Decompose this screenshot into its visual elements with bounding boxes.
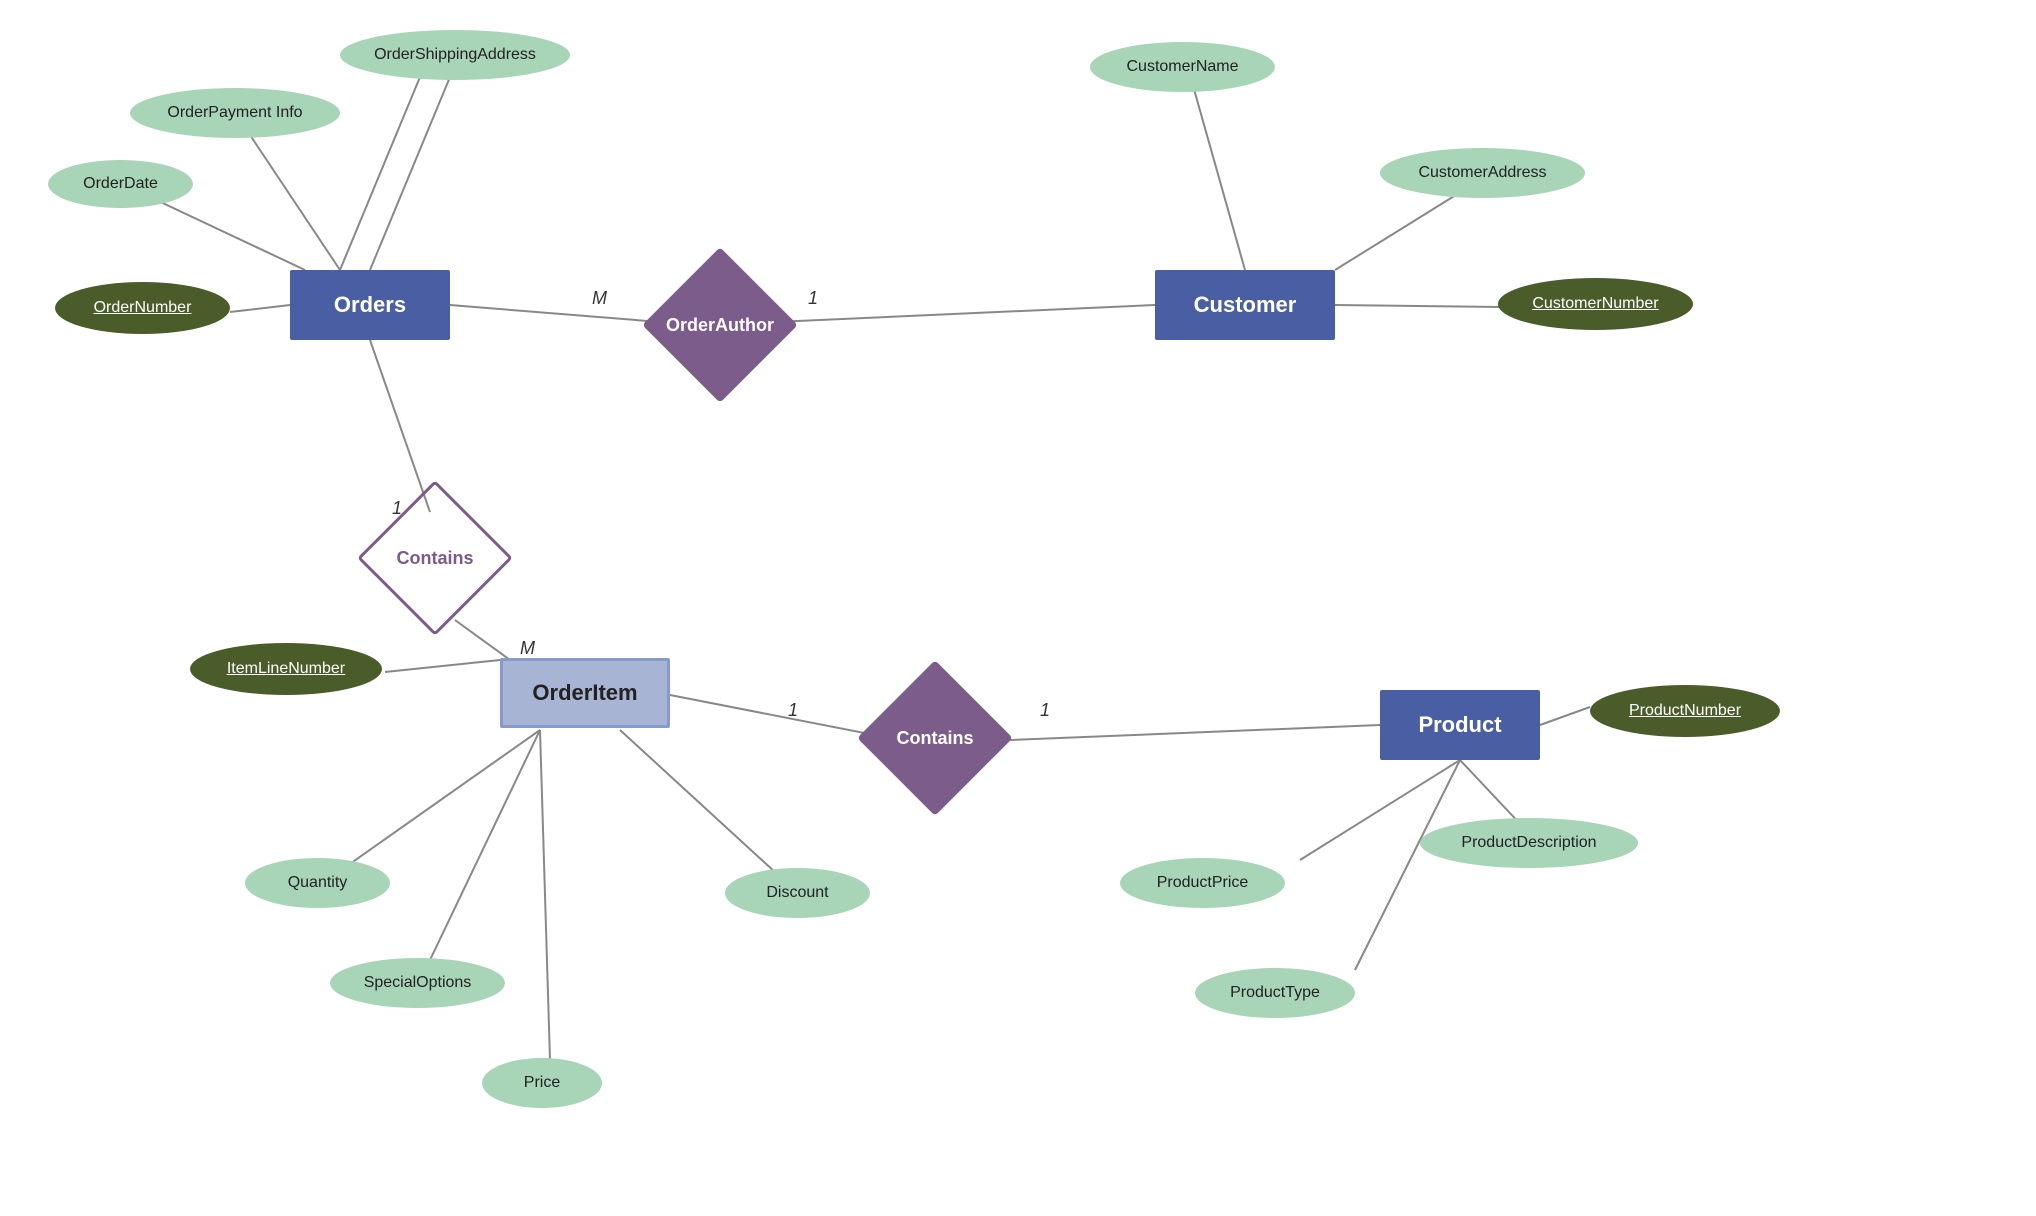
- entity-customer: Customer: [1155, 270, 1335, 340]
- ellipse-orderdate: OrderDate: [48, 160, 193, 208]
- ellipse-discount: Discount: [725, 868, 870, 918]
- diamond-orderauthor: OrderAuthor: [655, 260, 785, 390]
- ellipse-specialoptions: SpecialOptions: [330, 958, 505, 1008]
- diamond-contains2: Contains: [875, 678, 995, 798]
- entity-orderitem: OrderItem: [500, 658, 670, 728]
- ellipse-ordernumber: OrderNumber: [55, 282, 230, 334]
- cardinality-m2: M: [520, 638, 535, 659]
- ellipse-customernumber: CustomerNumber: [1498, 278, 1693, 330]
- ellipse-itemlinenumber: ItemLineNumber: [190, 643, 382, 695]
- ellipse-customername: CustomerName: [1090, 42, 1275, 92]
- ellipse-price: Price: [482, 1058, 602, 1108]
- cardinality-1d: 1: [1040, 700, 1050, 721]
- ellipse-productnumber: ProductNumber: [1590, 685, 1780, 737]
- cardinality-m1: M: [592, 288, 607, 309]
- entity-product: Product: [1380, 690, 1540, 760]
- ellipse-productprice: ProductPrice: [1120, 858, 1285, 908]
- ellipse-ordershippingaddress: OrderShippingAddress: [340, 30, 570, 80]
- ellipse-producttype: ProductType: [1195, 968, 1355, 1018]
- ellipse-productdescription: ProductDescription: [1420, 818, 1638, 868]
- cardinality-1b: 1: [392, 498, 402, 519]
- cardinality-1c: 1: [788, 700, 798, 721]
- entity-orders: Orders: [290, 270, 450, 340]
- connection-lines: [0, 0, 2036, 1216]
- ellipse-orderpaymentinfo: OrderPayment Info: [130, 88, 340, 138]
- ellipse-quantity: Quantity: [245, 858, 390, 908]
- ellipse-customeraddress: CustomerAddress: [1380, 148, 1585, 198]
- er-diagram: Orders Customer Product OrderItem OrderA…: [0, 0, 2036, 1216]
- cardinality-1a: 1: [808, 288, 818, 309]
